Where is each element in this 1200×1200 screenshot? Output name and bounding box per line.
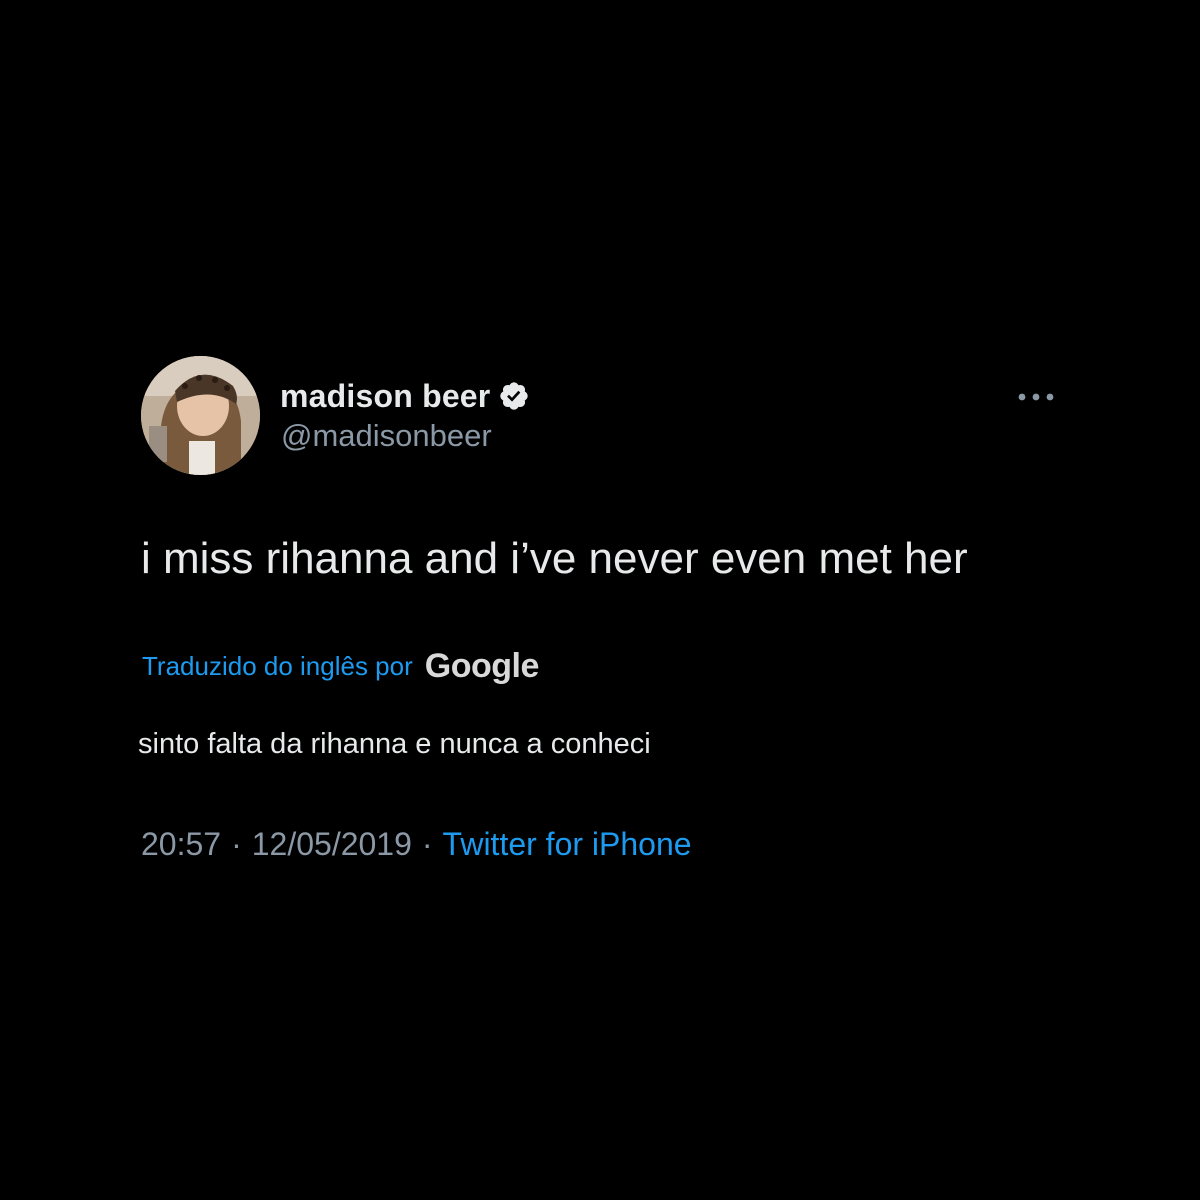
page: madison beer @madisonbeer i miss rihanna…	[0, 0, 1200, 1200]
user-handle[interactable]: @madisonbeer	[281, 418, 492, 454]
translation-attribution: Traduzido do inglês por Google	[142, 644, 539, 688]
avatar[interactable]	[141, 356, 260, 475]
display-name[interactable]: madison beer	[280, 378, 490, 415]
tweet-source-link[interactable]: Twitter for iPhone	[443, 826, 692, 863]
display-name-row: madison beer	[280, 374, 530, 418]
tweet-metadata: 20:57 · 12/05/2019 · Twitter for iPhone	[141, 822, 692, 866]
avatar-image	[141, 356, 260, 475]
translated-text: sinto falta da rihanna e nunca a conheci	[138, 728, 651, 760]
tweet-date[interactable]: 12/05/2019	[252, 826, 412, 863]
more-dots-icon[interactable]	[1012, 384, 1060, 410]
tweet-time[interactable]: 20:57	[141, 826, 221, 863]
meta-separator: ·	[421, 825, 433, 862]
verified-badge-icon	[498, 380, 530, 412]
google-logo: Google	[424, 646, 540, 685]
translated-by-link[interactable]: Traduzido do inglês por	[142, 651, 413, 682]
meta-separator: ·	[231, 825, 242, 862]
tweet-card: madison beer @madisonbeer i miss rihanna…	[0, 0, 1200, 1200]
tweet-text: i miss rihanna and i’ve never even met h…	[141, 534, 968, 583]
